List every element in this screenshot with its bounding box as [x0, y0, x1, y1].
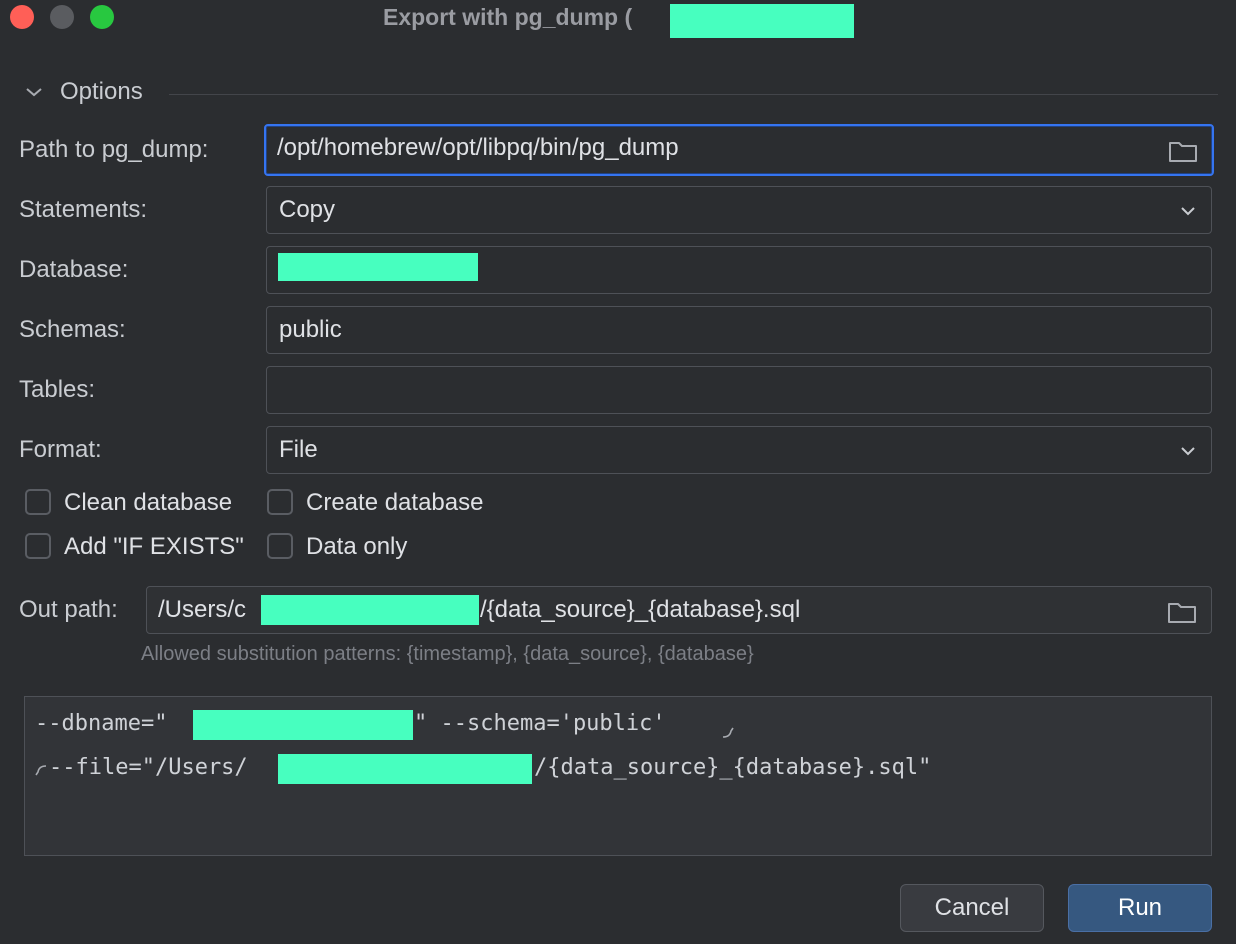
run-button[interactable]: Run: [1068, 884, 1212, 932]
command-preview[interactable]: --dbname=" " --schema='public' --file="/…: [24, 696, 1212, 856]
data-only-label[interactable]: Data only: [306, 533, 407, 561]
format-select[interactable]: File: [266, 426, 1212, 474]
redaction-block: [193, 710, 413, 740]
dropdown-arrow-icon: [1181, 447, 1195, 456]
dropdown-arrow-icon: [1181, 207, 1195, 216]
format-label: Format:: [19, 436, 102, 463]
format-value: File: [279, 436, 318, 463]
title-bar: Export with pg_dump (: [0, 0, 1236, 38]
chevron-down-icon: [26, 88, 42, 97]
out-path-value-prefix: /Users/c: [158, 596, 247, 623]
close-window-button[interactable]: [10, 5, 34, 29]
tables-input[interactable]: [266, 366, 1212, 414]
options-section-label: Options: [60, 78, 143, 105]
path-value: /opt/homebrew/opt/libpq/bin/pg_dump: [277, 134, 679, 161]
create-database-checkbox[interactable]: [267, 489, 293, 515]
soft-wrap-icon: [722, 727, 734, 738]
statements-select[interactable]: Copy: [266, 186, 1212, 234]
redaction-block: [278, 253, 478, 281]
section-divider: [169, 94, 1218, 95]
redaction-block: [670, 4, 854, 38]
command-schema: " --schema='public': [414, 711, 666, 736]
clean-database-checkbox[interactable]: [25, 489, 51, 515]
add-if-exists-label[interactable]: Add "IF EXISTS": [64, 533, 244, 561]
path-label: Path to pg_dump:: [19, 136, 209, 163]
path-to-pg-dump-input[interactable]: /opt/homebrew/opt/libpq/bin/pg_dump: [264, 124, 1214, 176]
schemas-input[interactable]: public: [266, 306, 1212, 354]
redaction-block: [261, 595, 479, 625]
schemas-value: public: [279, 316, 342, 343]
clean-database-label[interactable]: Clean database: [64, 489, 232, 517]
folder-icon[interactable]: [1168, 139, 1198, 163]
substitution-hint: Allowed substitution patterns: {timestam…: [141, 643, 754, 665]
soft-wrap-icon: [35, 765, 47, 776]
database-label: Database:: [19, 256, 129, 283]
out-path-label: Out path:: [19, 596, 118, 623]
window-title: Export with pg_dump (: [383, 4, 633, 30]
options-section-header[interactable]: Options: [22, 78, 1218, 110]
redaction-block: [278, 754, 532, 784]
statements-label: Statements:: [19, 196, 148, 223]
minimize-window-button[interactable]: [50, 5, 74, 29]
schemas-label: Schemas:: [19, 316, 126, 343]
cancel-button[interactable]: Cancel: [900, 884, 1044, 932]
out-path-input[interactable]: /Users/c /{data_source}_{database}.sql: [146, 586, 1212, 634]
out-path-value-suffix: /{data_source}_{database}.sql: [480, 596, 801, 623]
create-database-label[interactable]: Create database: [306, 489, 483, 517]
tables-label: Tables:: [19, 376, 96, 403]
data-only-checkbox[interactable]: [267, 533, 293, 559]
statements-value: Copy: [279, 196, 336, 223]
add-if-exists-checkbox[interactable]: [25, 533, 51, 559]
command-file-suffix: /{data_source}_{database}.sql": [534, 755, 932, 780]
command-file: --file="/Users/: [49, 755, 248, 780]
database-input[interactable]: [266, 246, 1212, 294]
command-dbname: --dbname=": [35, 711, 168, 736]
maximize-window-button[interactable]: [90, 5, 114, 29]
folder-icon[interactable]: [1167, 600, 1197, 624]
